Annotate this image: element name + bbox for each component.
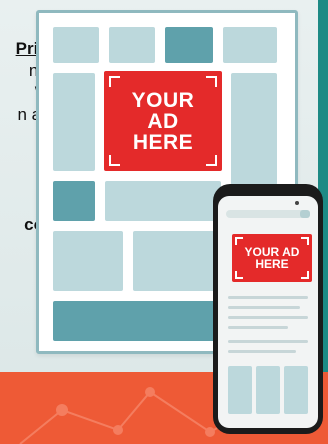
text-line — [228, 350, 296, 353]
phone-card — [228, 366, 252, 414]
smartphone-illustration: YOUR AD HERE — [213, 184, 323, 434]
phone-ad-placeholder: YOUR AD HERE — [232, 234, 312, 282]
phone-card — [284, 366, 308, 414]
layout-block — [231, 73, 277, 185]
phone-screen: YOUR AD HERE — [218, 196, 318, 428]
print-ad-placeholder: YOUR AD HERE — [104, 71, 222, 171]
layout-block — [53, 301, 225, 341]
layout-block — [53, 231, 123, 291]
layout-block — [109, 27, 155, 63]
phone-card — [256, 366, 280, 414]
layout-block — [53, 73, 95, 171]
phone-ad-text: YOUR AD HERE — [244, 245, 300, 271]
text-line — [228, 340, 308, 343]
phone-search-bar — [226, 210, 310, 218]
layout-block — [53, 181, 95, 221]
layout-block — [223, 27, 277, 63]
layout-block — [105, 181, 221, 221]
text-line — [228, 326, 288, 329]
text-line — [228, 306, 300, 309]
text-line — [228, 296, 308, 299]
layout-block — [133, 231, 221, 291]
camera-icon — [295, 201, 299, 205]
phone-search-button — [300, 210, 310, 218]
print-ad-text: YOUR AD HERE — [131, 88, 195, 154]
text-line — [228, 316, 308, 319]
layout-block — [165, 27, 213, 63]
layout-block — [53, 27, 99, 63]
